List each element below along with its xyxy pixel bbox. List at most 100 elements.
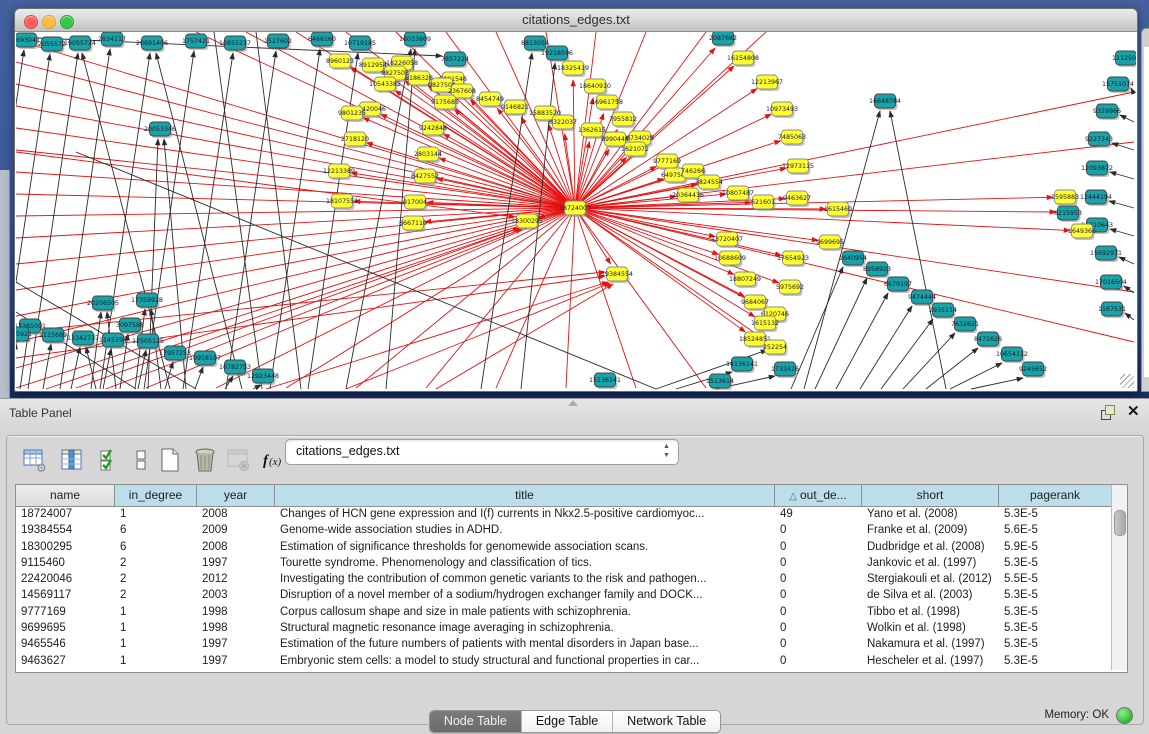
table-cell[interactable]: Stergiakouli et al. (2012) bbox=[862, 572, 999, 588]
float-panel-icon[interactable] bbox=[1101, 405, 1117, 420]
table-cell[interactable]: Jankovic et al. (1997) bbox=[862, 556, 999, 572]
table-cell[interactable]: 1997 bbox=[197, 654, 275, 670]
table-cell[interactable]: 2 bbox=[115, 588, 197, 604]
table-cell[interactable]: 1 bbox=[115, 621, 197, 637]
table-cell[interactable]: Embryonic stem cells: a model to study s… bbox=[275, 654, 775, 670]
table-cell[interactable]: 0 bbox=[775, 621, 862, 637]
table-row[interactable]: 1938455462009Genome-wide association stu… bbox=[16, 523, 1112, 539]
new-table-icon[interactable] bbox=[156, 446, 184, 474]
close-panel-icon[interactable]: ✕ bbox=[1127, 403, 1140, 421]
table-cell[interactable]: 18724007 bbox=[16, 507, 115, 523]
table-cell[interactable]: 2 bbox=[115, 556, 197, 572]
table-cell[interactable]: 18300295 bbox=[16, 540, 115, 556]
table-cell[interactable]: 5.9E-5 bbox=[999, 540, 1112, 556]
table-cell[interactable]: 1998 bbox=[197, 621, 275, 637]
network-canvas[interactable]: 1872400716930412055572190557242834117206… bbox=[16, 32, 1136, 390]
table-cell[interactable]: 0 bbox=[775, 637, 862, 653]
table-cell[interactable]: 2012 bbox=[197, 572, 275, 588]
table-cell[interactable]: Estimation of the future numbers of pati… bbox=[275, 637, 775, 653]
table-row[interactable]: 1872400712008Changes of HCN gene express… bbox=[16, 507, 1112, 523]
table-cell[interactable]: 1998 bbox=[197, 605, 275, 621]
table-cell[interactable]: 2003 bbox=[197, 588, 275, 604]
table-row[interactable]: 911546021997Tourette syndrome. Phenomeno… bbox=[16, 556, 1112, 572]
table-cell[interactable]: Structural magnetic resonance image aver… bbox=[275, 621, 775, 637]
table-cell[interactable]: 6 bbox=[115, 523, 197, 539]
table-cell[interactable]: 5.3E-5 bbox=[999, 637, 1112, 653]
table-cell[interactable]: 0 bbox=[775, 572, 862, 588]
table-cell[interactable]: 0 bbox=[775, 523, 862, 539]
table-cell[interactable]: 2008 bbox=[197, 540, 275, 556]
table-cell[interactable]: Nakamura et al. (1997) bbox=[862, 637, 999, 653]
table-cell[interactable]: 0 bbox=[775, 654, 862, 670]
table-row[interactable]: 977716911998Corpus callosum shape and si… bbox=[16, 605, 1112, 621]
table-cell[interactable]: 49 bbox=[775, 507, 862, 523]
column-header-short[interactable]: short bbox=[862, 485, 999, 507]
table-cell[interactable]: 1997 bbox=[197, 637, 275, 653]
table-cell[interactable]: Hescheler et al. (1997) bbox=[862, 654, 999, 670]
table-cell[interactable]: 5.5E-5 bbox=[999, 572, 1112, 588]
table-cell[interactable]: Wolkin et al. (1998) bbox=[862, 621, 999, 637]
table-cell[interactable]: Investigating the contribution of common… bbox=[275, 572, 775, 588]
network-view-window[interactable]: citations_edges.txt 18724007169304120555… bbox=[14, 8, 1138, 392]
column-header-pagerank[interactable]: pagerank bbox=[999, 485, 1112, 507]
scrollbar-thumb[interactable] bbox=[1114, 510, 1126, 536]
table-cell[interactable]: Dudbridge et al. (2008) bbox=[862, 540, 999, 556]
row-height-icon[interactable] bbox=[127, 446, 155, 474]
table-row[interactable]: 2242004622012Investigating the contribut… bbox=[16, 572, 1112, 588]
table-cell[interactable]: 9115460 bbox=[16, 556, 115, 572]
table-cell[interactable]: 1997 bbox=[197, 556, 275, 572]
table-cell[interactable]: 5.3E-5 bbox=[999, 556, 1112, 572]
table-cell[interactable]: Franke et al. (2009) bbox=[862, 523, 999, 539]
table-cell[interactable]: 0 bbox=[775, 556, 862, 572]
table-cell[interactable]: 5.3E-5 bbox=[999, 507, 1112, 523]
table-cell[interactable]: 9465546 bbox=[16, 637, 115, 653]
table-cell[interactable]: 1 bbox=[115, 605, 197, 621]
table-cell[interactable]: 19384554 bbox=[16, 523, 115, 539]
table-cell[interactable]: 5.3E-5 bbox=[999, 654, 1112, 670]
table-cell[interactable]: 6 bbox=[115, 540, 197, 556]
table-cell[interactable]: 2008 bbox=[197, 507, 275, 523]
table-row[interactable]: 946362711997Embryonic stem cells: a mode… bbox=[16, 654, 1112, 670]
table-cell[interactable]: de Silva et al. (2003) bbox=[862, 588, 999, 604]
table-cell[interactable]: 5.3E-5 bbox=[999, 621, 1112, 637]
table-cell[interactable]: 0 bbox=[775, 540, 862, 556]
table-cell[interactable]: 5.6E-5 bbox=[999, 523, 1112, 539]
table-cell[interactable]: 22420046 bbox=[16, 572, 115, 588]
vertical-scrollbar[interactable] bbox=[1111, 485, 1127, 670]
window-titlebar[interactable]: citations_edges.txt bbox=[15, 9, 1137, 32]
table-row[interactable]: 946554611997Estimation of the future num… bbox=[16, 637, 1112, 653]
table-row[interactable]: 1830029562008Estimation of significance … bbox=[16, 540, 1112, 556]
table-settings-icon[interactable]: ⚙ bbox=[21, 446, 49, 474]
table-row[interactable]: 1456911722003Disruption of a novel membe… bbox=[16, 588, 1112, 604]
column-header-out_de[interactable]: △out_de... bbox=[775, 485, 862, 507]
citation-graph[interactable]: 1872400716930412055572190557242834117206… bbox=[16, 32, 1136, 390]
table-row[interactable]: 969969511998Structural magnetic resonanc… bbox=[16, 621, 1112, 637]
table-cell[interactable]: 0 bbox=[775, 605, 862, 621]
table-cell[interactable]: 9699695 bbox=[16, 621, 115, 637]
column-header-name[interactable]: name bbox=[16, 485, 115, 507]
table-columns-icon[interactable] bbox=[58, 446, 86, 474]
node-table[interactable]: namein_degreeyeartitle△out_de...shortpag… bbox=[15, 484, 1128, 673]
table-cell[interactable]: 5.3E-5 bbox=[999, 588, 1112, 604]
table-cell[interactable]: 1 bbox=[115, 654, 197, 670]
table-cell[interactable]: Tibbo et al. (1998) bbox=[862, 605, 999, 621]
table-cell[interactable]: 0 bbox=[775, 588, 862, 604]
splitter-handle-icon[interactable] bbox=[568, 400, 578, 406]
table-cell[interactable]: Yano et al. (2008) bbox=[862, 507, 999, 523]
column-header-title[interactable]: title bbox=[275, 485, 775, 507]
table-cell[interactable]: Tourette syndrome. Phenomenology and cla… bbox=[275, 556, 775, 572]
column-header-year[interactable]: year bbox=[197, 485, 275, 507]
table-cell[interactable]: Corpus callosum shape and size in male p… bbox=[275, 605, 775, 621]
table-cell[interactable]: 1 bbox=[115, 507, 197, 523]
table-cell[interactable]: Disruption of a novel member of a sodium… bbox=[275, 588, 775, 604]
table-selector-dropdown[interactable]: citations_edges.txt ▲▼ bbox=[285, 439, 679, 465]
table-cell[interactable]: 5.3E-5 bbox=[999, 605, 1112, 621]
table-cell[interactable]: 9777169 bbox=[16, 605, 115, 621]
select-rows-icon[interactable] bbox=[95, 446, 123, 474]
column-header-in_degree[interactable]: in_degree bbox=[115, 485, 197, 507]
delete-rows-icon[interactable] bbox=[191, 446, 219, 474]
table-cell[interactable]: 2 bbox=[115, 572, 197, 588]
table-cell[interactable]: 1 bbox=[115, 637, 197, 653]
table-cell[interactable]: 2009 bbox=[197, 523, 275, 539]
delete-table-icon[interactable] bbox=[225, 446, 253, 474]
